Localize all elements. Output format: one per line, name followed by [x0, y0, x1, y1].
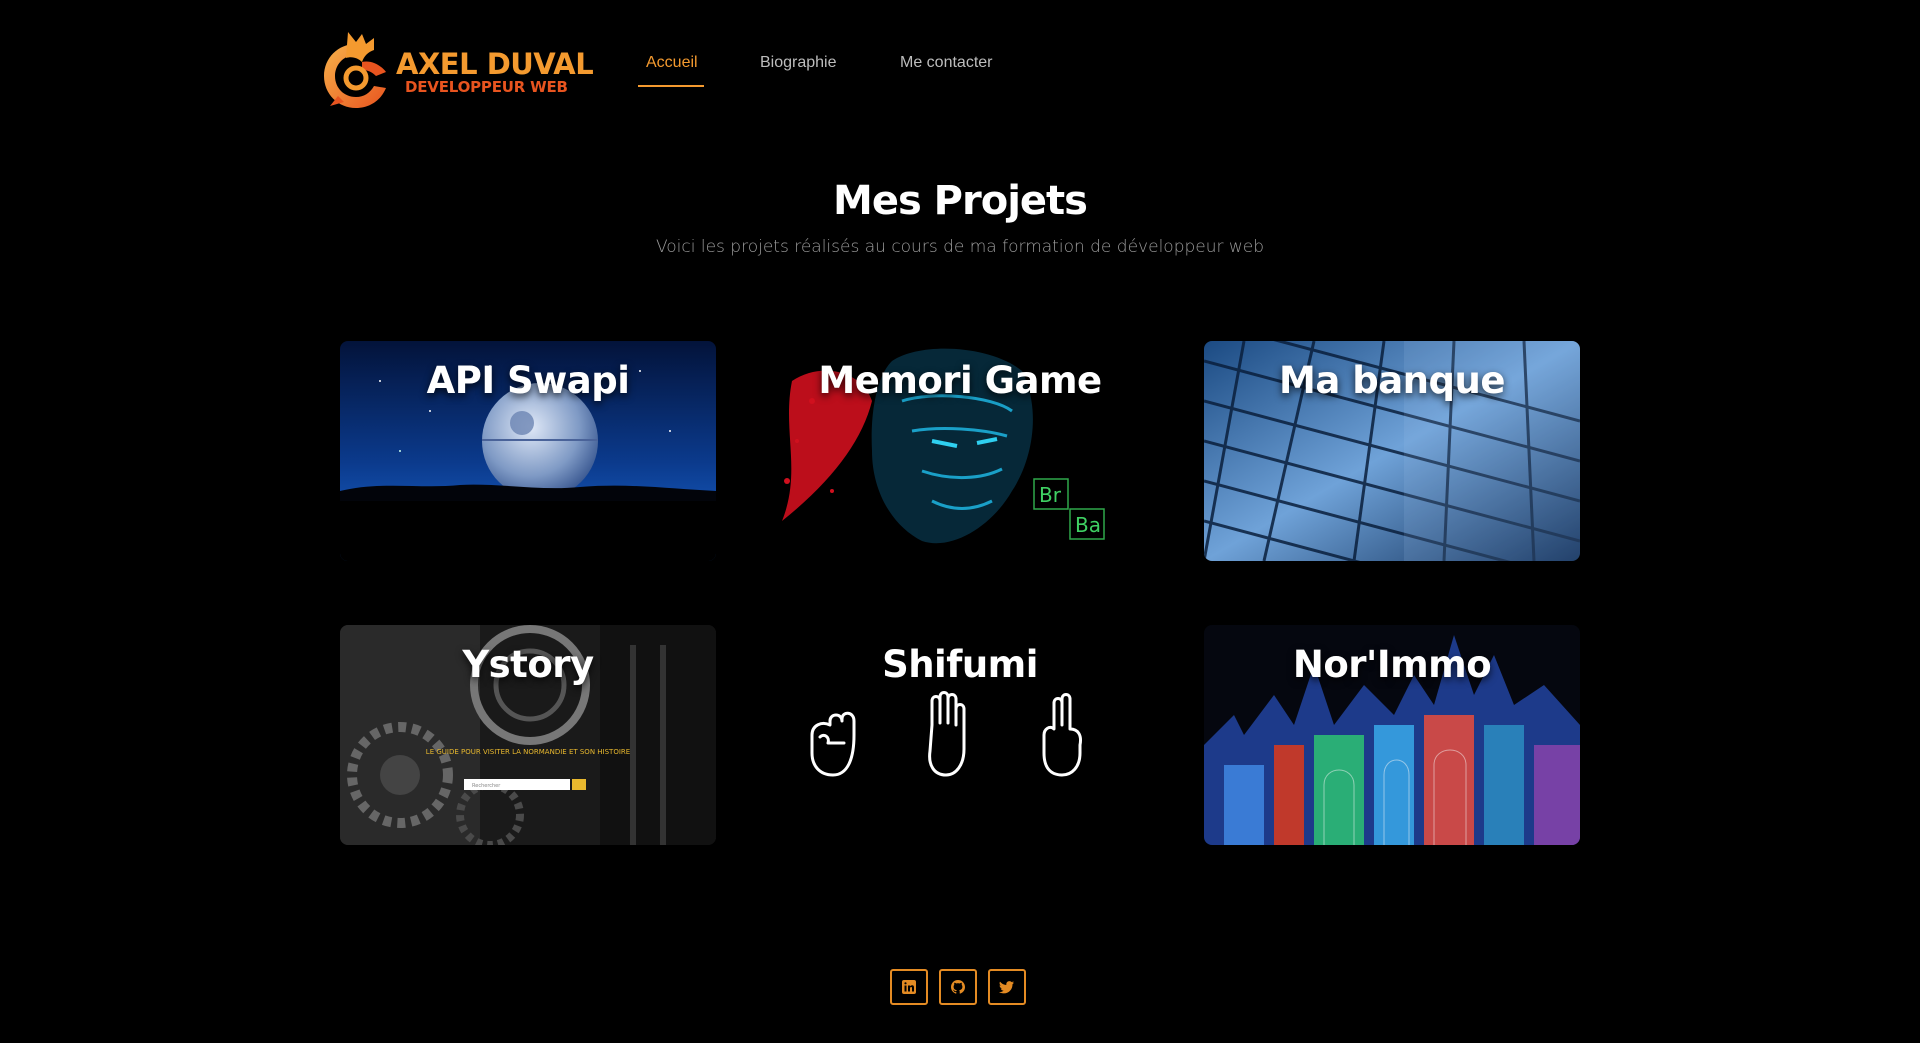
twitter-icon: [999, 981, 1014, 994]
project-card-memori-game[interactable]: Br Ba Memori Game: [772, 341, 1148, 561]
project-title: Ma banque: [1279, 359, 1505, 402]
linkedin-icon: [902, 980, 916, 994]
twitter-button[interactable]: [988, 969, 1026, 1005]
page-title: Mes Projets: [833, 178, 1088, 224]
project-card-shifumi[interactable]: Shifumi: [772, 625, 1148, 845]
rooster-logo-icon: [324, 32, 386, 108]
active-nav-underline: [638, 85, 704, 87]
project-card-ystory[interactable]: LE GUIDE POUR VISITER LA NORMANDIE ET SO…: [340, 625, 716, 845]
github-button[interactable]: [939, 969, 977, 1005]
github-icon: [951, 980, 965, 994]
project-title: Nor'Immo: [1292, 643, 1492, 686]
project-card-api-swapi[interactable]: API Swapi: [340, 341, 716, 561]
site-header: AXEL DUVAL DEVELOPPEUR WEB Accueil Biogr…: [0, 0, 1920, 130]
nav-item-contact[interactable]: Me contacter: [900, 54, 992, 72]
ystory-tagline: LE GUIDE POUR VISITER LA NORMANDIE ET SO…: [426, 748, 630, 756]
svg-text:Br: Br: [1039, 483, 1062, 507]
page-subtitle: Voici les projets réalisés au cours de m…: [655, 237, 1265, 257]
project-card-ma-banque[interactable]: Ma banque: [1204, 341, 1580, 561]
project-title: API Swapi: [426, 359, 630, 402]
nav-item-biographie[interactable]: Biographie: [760, 54, 837, 72]
project-title: Ystory: [462, 643, 594, 686]
brand-name: AXEL DUVAL: [396, 47, 594, 81]
brand-tagline: DEVELOPPEUR WEB: [405, 78, 568, 96]
project-card-norimmo[interactable]: Nor'Immo: [1204, 625, 1580, 845]
project-title: Shifumi: [882, 643, 1038, 686]
nav-item-accueil[interactable]: Accueil: [646, 54, 698, 72]
ystory-search-placeholder: Rechercher: [472, 783, 501, 789]
project-title: Memori Game: [818, 359, 1102, 402]
svg-text:Ba: Ba: [1075, 513, 1101, 537]
linkedin-button[interactable]: [890, 969, 928, 1005]
brand-logo[interactable]: AXEL DUVAL DEVELOPPEUR WEB: [318, 30, 594, 114]
